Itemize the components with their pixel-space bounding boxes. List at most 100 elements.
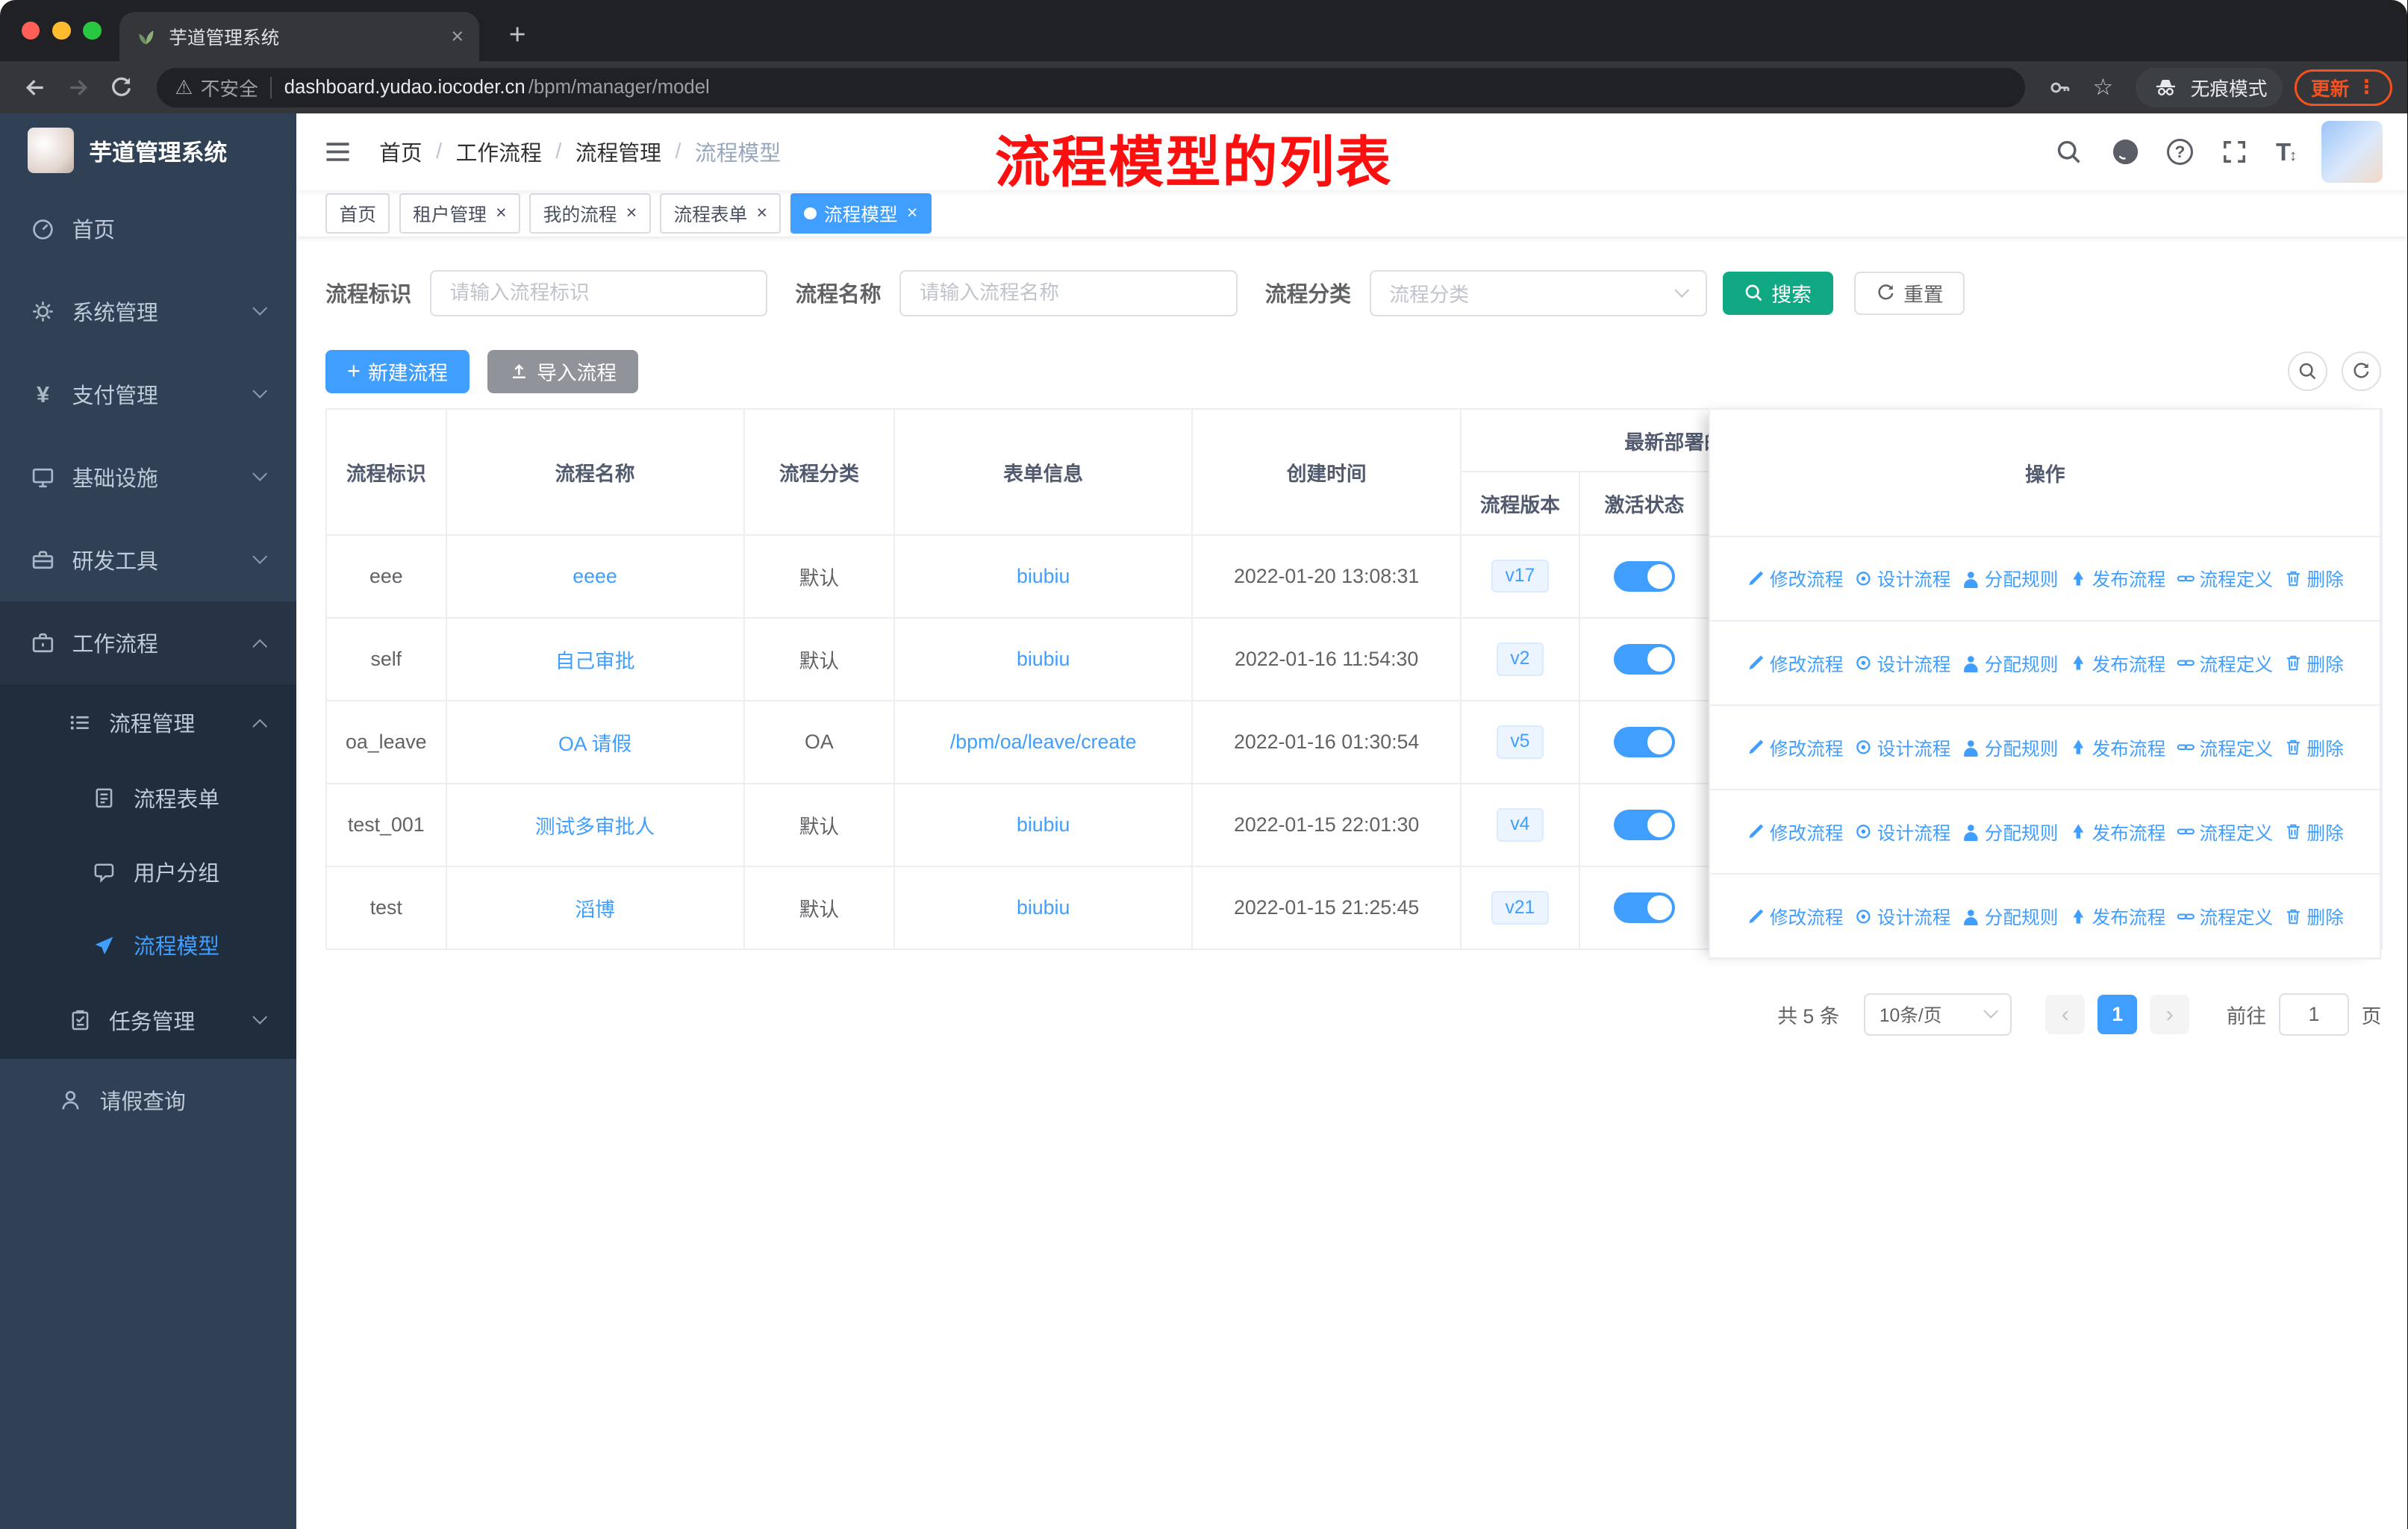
active-toggle[interactable] (1613, 560, 1676, 592)
password-key-icon[interactable] (2040, 68, 2080, 107)
process-definition-link[interactable]: 流程定义 (2177, 650, 2273, 677)
delete-link[interactable]: 删除 (2284, 819, 2344, 845)
tag-close-icon[interactable]: × (907, 203, 917, 224)
design-process-link[interactable]: 设计流程 (1854, 565, 1950, 592)
design-process-link[interactable]: 设计流程 (1854, 650, 1950, 677)
view-tag[interactable]: 流程表单 × (660, 193, 782, 234)
form-info-link[interactable]: /bpm/oa/leave/create (950, 731, 1137, 753)
view-tag[interactable]: 首页 × (325, 193, 390, 234)
modify-process-link[interactable]: 修改流程 (1747, 565, 1844, 592)
close-window-button[interactable] (21, 21, 40, 40)
toggle-search-button[interactable] (2287, 351, 2328, 392)
design-process-link[interactable]: 设计流程 (1854, 734, 1950, 761)
modify-process-link[interactable]: 修改流程 (1747, 819, 1844, 845)
tab-close-icon[interactable]: × (451, 25, 464, 49)
process-name-link[interactable]: OA 请假 (558, 733, 631, 755)
design-process-link[interactable]: 设计流程 (1854, 819, 1950, 845)
sidebar-item-home[interactable]: 首页 (0, 187, 296, 270)
modify-process-link[interactable]: 修改流程 (1747, 650, 1844, 677)
process-category-select[interactable]: 流程分类 (1369, 270, 1708, 316)
assign-rule-link[interactable]: 分配规则 (1962, 819, 2058, 845)
address-bar[interactable]: ⚠ 不安全 dashboard.yudao.iocoder.cn /bpm/ma… (156, 67, 2025, 107)
search-button[interactable]: 搜索 (1722, 272, 1833, 315)
breadcrumb-home[interactable]: 首页 (379, 137, 422, 167)
sidebar-item-user-group[interactable]: 用户分组 (0, 835, 296, 909)
breadcrumb-workflow[interactable]: 工作流程 (456, 137, 542, 167)
sidebar-item-devtools[interactable]: 研发工具 (0, 519, 296, 601)
modify-process-link[interactable]: 修改流程 (1747, 734, 1844, 761)
assign-rule-link[interactable]: 分配规则 (1962, 734, 2058, 761)
github-icon[interactable] (2110, 137, 2141, 167)
page-size-select[interactable]: 10条/页 (1864, 992, 2012, 1036)
process-id-input[interactable] (429, 270, 768, 316)
process-definition-link[interactable]: 流程定义 (2177, 903, 2273, 930)
next-page-button[interactable]: › (2149, 994, 2190, 1035)
goto-page-input[interactable] (2278, 992, 2350, 1036)
active-toggle[interactable] (1613, 809, 1676, 841)
assign-rule-link[interactable]: 分配规则 (1962, 650, 2058, 677)
user-avatar[interactable] (2321, 121, 2383, 183)
delete-link[interactable]: 删除 (2284, 565, 2344, 592)
sidebar-item-payment[interactable]: ¥ 支付管理 (0, 353, 296, 436)
assign-rule-link[interactable]: 分配规则 (1962, 903, 2058, 930)
sidebar-item-process-management[interactable]: 流程管理 (0, 684, 296, 761)
view-tag[interactable]: 租户管理 × (399, 193, 520, 234)
form-info-link[interactable]: biubiu (1017, 813, 1070, 836)
page-number-1[interactable]: 1 (2097, 994, 2138, 1035)
delete-link[interactable]: 删除 (2284, 903, 2344, 930)
refresh-button[interactable] (2341, 351, 2382, 392)
bookmark-star-icon[interactable]: ☆ (2083, 68, 2123, 107)
publish-process-link[interactable]: 发布流程 (2069, 565, 2165, 592)
search-icon[interactable] (2053, 137, 2084, 167)
process-name-link[interactable]: 滔博 (575, 898, 614, 921)
publish-process-link[interactable]: 发布流程 (2069, 650, 2165, 677)
sidebar-item-workflow[interactable]: 工作流程 (0, 601, 296, 685)
process-definition-link[interactable]: 流程定义 (2177, 565, 2273, 592)
process-definition-link[interactable]: 流程定义 (2177, 734, 2273, 761)
assign-rule-link[interactable]: 分配规则 (1962, 565, 2058, 592)
sidebar-item-task-management[interactable]: 任务管理 (0, 982, 296, 1059)
process-name-link[interactable]: 测试多审批人 (535, 816, 655, 838)
import-process-button[interactable]: 导入流程 (487, 349, 638, 393)
process-name-input[interactable] (899, 270, 1238, 316)
zoom-window-button[interactable] (83, 21, 102, 40)
view-tag[interactable]: 我的流程 × (529, 193, 651, 234)
process-definition-link[interactable]: 流程定义 (2177, 819, 2273, 845)
active-toggle[interactable] (1613, 892, 1676, 924)
sidebar-item-leave-query[interactable]: 请假查询 (0, 1059, 296, 1142)
breadcrumb-process-management[interactable]: 流程管理 (576, 137, 661, 167)
form-info-link[interactable]: biubiu (1017, 648, 1070, 670)
app-logo[interactable]: 芋道管理系统 (0, 113, 296, 187)
active-toggle[interactable] (1613, 643, 1676, 675)
reload-icon[interactable] (102, 68, 141, 107)
design-process-link[interactable]: 设计流程 (1854, 903, 1950, 930)
form-info-link[interactable]: biubiu (1017, 565, 1070, 587)
tag-close-icon[interactable]: × (626, 203, 637, 224)
sidebar-item-infrastructure[interactable]: 基础设施 (0, 436, 296, 519)
update-chip[interactable]: 更新 ⋮ (2295, 69, 2392, 106)
back-icon[interactable] (16, 68, 55, 107)
browser-menu-icon[interactable]: ⋮ (2357, 76, 2377, 99)
publish-process-link[interactable]: 发布流程 (2069, 819, 2165, 845)
prev-page-button[interactable]: ‹ (2045, 994, 2086, 1035)
new-tab-button[interactable]: + (497, 16, 537, 55)
delete-link[interactable]: 删除 (2284, 734, 2344, 761)
browser-tab[interactable]: 芋道管理系统 × (119, 12, 479, 62)
collapse-sidebar-icon[interactable] (321, 135, 355, 169)
publish-process-link[interactable]: 发布流程 (2069, 903, 2165, 930)
forward-icon[interactable] (58, 68, 98, 107)
sidebar-item-process-model[interactable]: 流程模型 (0, 909, 296, 983)
delete-link[interactable]: 删除 (2284, 650, 2344, 677)
fullscreen-icon[interactable] (2219, 137, 2250, 167)
minimize-window-button[interactable] (52, 21, 71, 40)
create-process-button[interactable]: + 新建流程 (325, 349, 470, 393)
reset-button[interactable]: 重置 (1854, 272, 1965, 315)
process-name-link[interactable]: 自己审批 (555, 650, 635, 672)
tag-close-icon[interactable]: × (496, 203, 506, 224)
tag-close-icon[interactable]: × (756, 203, 767, 224)
active-toggle[interactable] (1613, 726, 1676, 757)
view-tag[interactable]: 流程模型 × (790, 193, 932, 234)
publish-process-link[interactable]: 发布流程 (2069, 734, 2165, 761)
process-name-link[interactable]: eeee (573, 565, 617, 587)
sidebar-item-system[interactable]: 系统管理 (0, 270, 296, 353)
